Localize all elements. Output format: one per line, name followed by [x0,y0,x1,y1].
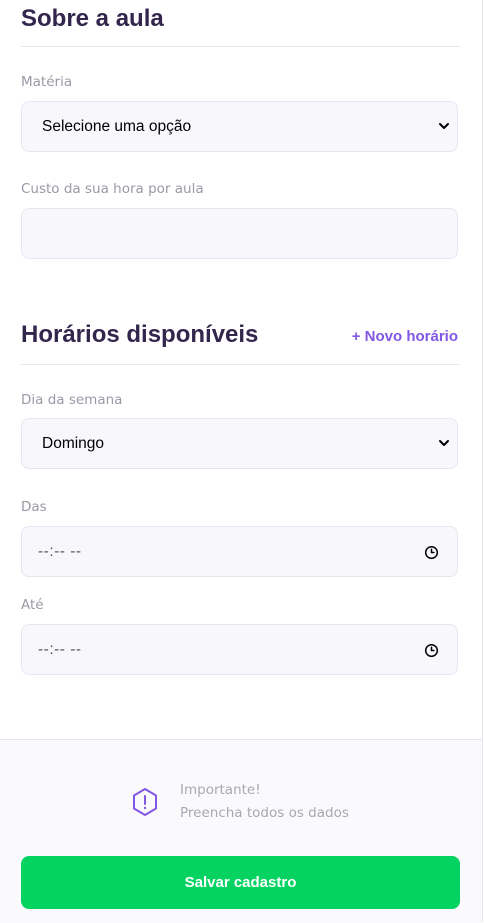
to-time-value: --:-- -- [38,641,82,658]
cost-label: Custo da sua hora por aula [21,181,204,197]
about-divider [21,46,460,47]
form-footer: Importante! Preencha todos os dados Salv… [0,739,482,923]
warning-text: Preencha todos os dados [180,805,349,821]
weekday-select[interactable]: Domingo [21,418,458,469]
warning-icon [133,788,157,816]
form-card: Sobre a aula Matéria Selecione uma opção… [0,0,483,923]
new-schedule-button[interactable]: + Novo horário [352,328,458,345]
to-label: Até [21,597,44,613]
schedule-divider [21,364,460,365]
clock-icon[interactable] [424,643,439,658]
to-time-input[interactable]: --:-- -- [21,624,458,675]
warning-title: Importante! [180,782,261,798]
about-title: Sobre a aula [21,5,164,32]
cost-input[interactable] [21,208,458,259]
from-time-value: --:-- -- [38,543,82,560]
subject-select[interactable]: Selecione uma opção [21,101,458,152]
subject-select-value: Selecione uma opção [42,118,192,135]
chevron-down-icon [439,123,449,129]
chevron-down-icon [439,440,449,446]
subject-label: Matéria [21,74,73,90]
about-section-header: Sobre a aula [21,5,460,33]
weekday-label: Dia da semana [21,392,123,408]
from-label: Das [21,499,47,515]
from-time-input[interactable]: --:-- -- [21,526,458,577]
save-button[interactable]: Salvar cadastro [21,856,460,909]
weekday-select-value: Domingo [42,435,105,452]
clock-icon[interactable] [424,545,439,560]
